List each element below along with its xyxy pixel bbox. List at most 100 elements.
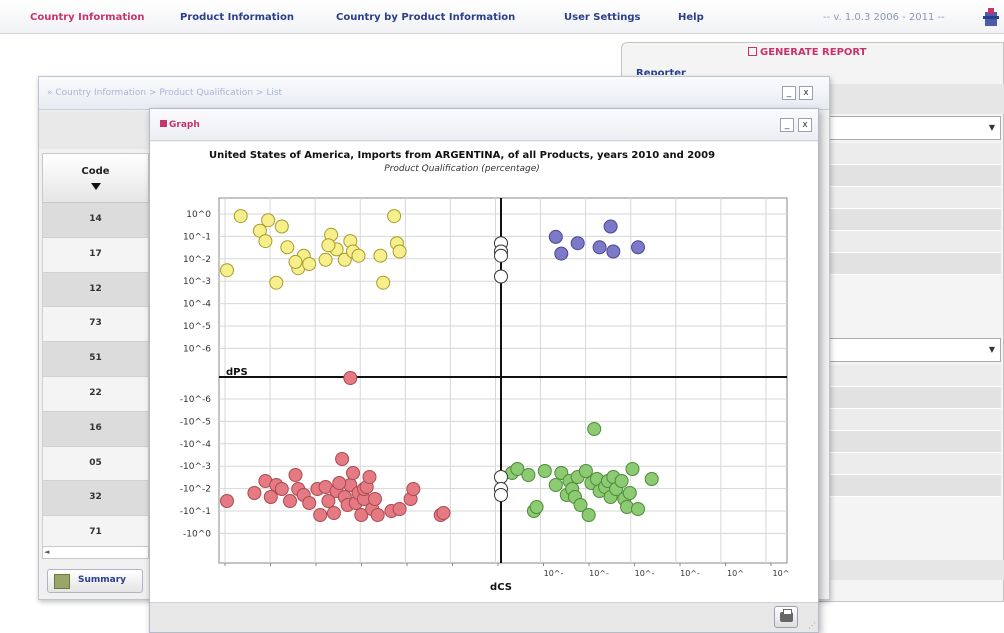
table-row[interactable]: 05 xyxy=(42,446,149,482)
table-row[interactable]: 17 xyxy=(42,237,149,273)
list-item[interactable] xyxy=(818,165,1001,187)
menu-user-settings[interactable]: User Settings xyxy=(564,12,640,23)
scroll-left-icon[interactable]: ◄ xyxy=(44,548,49,556)
scatter-point-green[interactable] xyxy=(614,474,629,488)
scatter-point-green[interactable] xyxy=(529,500,544,514)
scatter-point-red[interactable] xyxy=(335,452,350,466)
scatter-point-red[interactable] xyxy=(247,486,262,500)
scatter-point-red[interactable] xyxy=(392,502,407,516)
generate-report-button[interactable]: GENERATE REPORT xyxy=(748,47,866,58)
scatter-point-red[interactable] xyxy=(288,468,303,482)
scatter-point-red[interactable] xyxy=(263,490,278,504)
reporter-select[interactable]: ▼ xyxy=(815,116,1001,140)
graph-close-button[interactable]: x xyxy=(798,118,812,132)
scatter-point-yellow[interactable] xyxy=(373,248,388,263)
scatter-point-red[interactable] xyxy=(326,506,341,520)
list-window-titlebar[interactable]: » Country Information > Product Qualific… xyxy=(39,77,829,110)
resize-grip-icon[interactable]: ⋰ xyxy=(808,621,816,630)
sort-descending-icon[interactable] xyxy=(90,183,101,190)
scatter-point-red[interactable] xyxy=(362,470,377,484)
scatter-point-yellow[interactable] xyxy=(220,263,234,278)
scatter-point-red[interactable] xyxy=(346,466,360,480)
scatter-point-green[interactable] xyxy=(521,468,536,482)
list-item[interactable] xyxy=(818,209,1001,231)
list-item[interactable] xyxy=(818,143,1001,165)
list-item[interactable] xyxy=(818,409,1001,431)
table-row[interactable]: 32 xyxy=(42,481,149,517)
scatter-point-red[interactable] xyxy=(368,492,382,506)
scatter-point-white[interactable] xyxy=(494,248,508,263)
scatter-point-red[interactable] xyxy=(313,508,328,522)
menu-country-information[interactable]: Country Information xyxy=(30,12,145,23)
horizontal-scrollbar[interactable]: ◄ xyxy=(42,546,149,559)
scatter-point-purple[interactable] xyxy=(548,229,563,244)
scatter-point-red[interactable] xyxy=(332,476,347,490)
scatter-point-yellow[interactable] xyxy=(321,238,336,253)
scatter-point-white[interactable] xyxy=(494,470,508,484)
menu-help[interactable]: Help xyxy=(678,12,704,23)
scatter-point-purple[interactable] xyxy=(631,240,645,255)
scatter-point-yellow[interactable] xyxy=(318,252,333,267)
minimize-button[interactable]: _ xyxy=(782,86,796,100)
menu-country-by-product-information[interactable]: Country by Product Information xyxy=(336,12,515,23)
scatter-point-red[interactable] xyxy=(283,494,297,508)
scatter-point-yellow[interactable] xyxy=(392,244,407,259)
scatter-point-purple[interactable] xyxy=(554,246,569,261)
graph-minimize-button[interactable]: _ xyxy=(780,118,794,132)
scatter-point-green[interactable] xyxy=(625,462,640,476)
menu-product-information[interactable]: Product Information xyxy=(180,12,294,23)
scatter-point-green[interactable] xyxy=(548,478,563,492)
scatter-point-green[interactable] xyxy=(537,464,552,478)
scatter-point-yellow[interactable] xyxy=(269,275,284,290)
scatter-point-yellow[interactable] xyxy=(302,257,317,271)
scatter-point-white[interactable] xyxy=(494,269,508,284)
table-row[interactable]: 12 xyxy=(42,272,149,308)
scatter-point-white[interactable] xyxy=(494,488,508,502)
list-item[interactable] xyxy=(818,475,1001,497)
table-row[interactable]: 16 xyxy=(42,411,149,447)
scatter-point-green[interactable] xyxy=(581,508,596,522)
scatter-point-red[interactable] xyxy=(343,371,358,385)
scatter-point-yellow[interactable] xyxy=(280,240,295,255)
scatter-point-purple[interactable] xyxy=(603,219,618,234)
table-row[interactable]: 51 xyxy=(42,342,149,377)
scatter-point-yellow[interactable] xyxy=(288,254,303,269)
scatter-point-green[interactable] xyxy=(631,502,645,516)
y-tick-label: -10^-5 xyxy=(180,417,211,427)
scatter-point-yellow[interactable] xyxy=(258,234,273,249)
list-item[interactable] xyxy=(818,231,1001,253)
scatter-point-red[interactable] xyxy=(370,508,385,522)
table-row[interactable]: 22 xyxy=(42,376,149,412)
scatter-point-yellow[interactable] xyxy=(274,219,289,234)
summary-button[interactable]: Summary xyxy=(47,569,143,593)
scatter-point-yellow[interactable] xyxy=(376,275,391,290)
scatter-point-purple[interactable] xyxy=(592,240,607,255)
scatter-point-yellow[interactable] xyxy=(233,209,248,224)
scatter-point-yellow[interactable] xyxy=(351,248,366,263)
scatter-point-green[interactable] xyxy=(578,464,593,478)
scatter-point-green[interactable] xyxy=(644,472,659,486)
list-item[interactable] xyxy=(818,187,1001,209)
list-item[interactable] xyxy=(818,453,1001,475)
list-item[interactable] xyxy=(818,365,1001,387)
scatter-point-red[interactable] xyxy=(274,482,289,496)
list-item[interactable] xyxy=(818,253,1001,275)
scatter-point-green[interactable] xyxy=(587,422,602,436)
scatter-point-yellow[interactable] xyxy=(387,209,402,224)
scatter-point-red[interactable] xyxy=(220,494,234,508)
scatter-point-red[interactable] xyxy=(406,482,421,496)
list-item[interactable] xyxy=(818,387,1001,409)
graph-window-titlebar[interactable]: Graph _ x xyxy=(150,109,818,141)
table-row[interactable]: 73 xyxy=(42,307,149,343)
table-row[interactable]: 14 xyxy=(42,203,149,238)
scatter-point-red[interactable] xyxy=(302,496,317,510)
close-button[interactable]: x xyxy=(799,86,813,100)
partner-select[interactable]: ▼ xyxy=(815,338,1001,362)
code-column-header[interactable]: Code xyxy=(42,153,149,203)
scatter-point-green[interactable] xyxy=(622,486,637,500)
print-button[interactable] xyxy=(774,606,798,628)
scatter-point-purple[interactable] xyxy=(570,236,585,251)
scatter-point-purple[interactable] xyxy=(606,244,621,259)
list-item[interactable] xyxy=(818,431,1001,453)
scatter-point-red[interactable] xyxy=(436,506,451,520)
